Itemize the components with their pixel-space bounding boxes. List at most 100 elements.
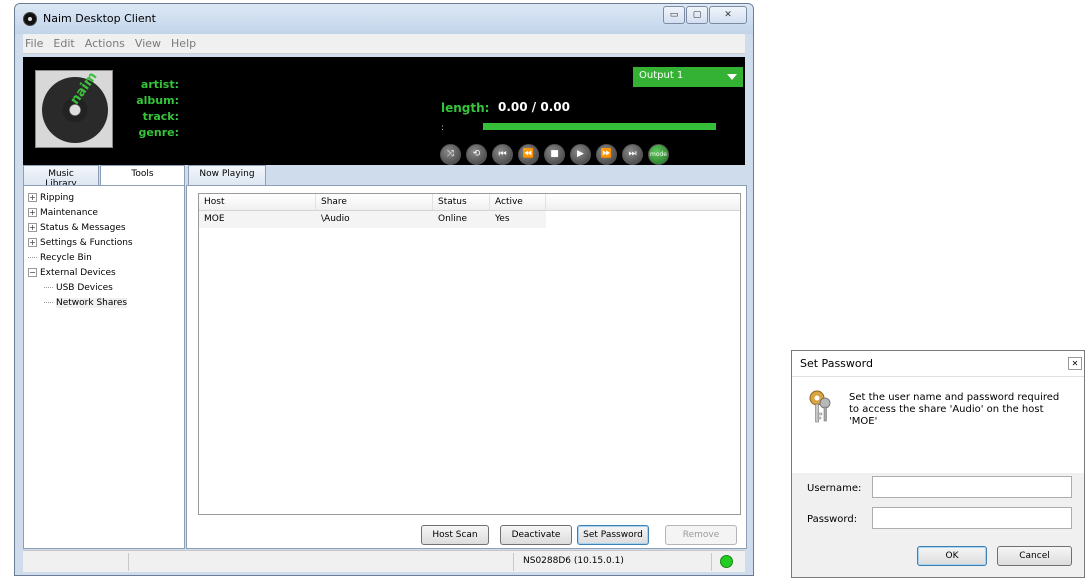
column-header-active[interactable]: Active: [490, 194, 546, 210]
menu-actions[interactable]: Actions: [85, 37, 125, 50]
expand-icon[interactable]: +: [28, 193, 37, 202]
tree-item-label: Maintenance: [40, 207, 98, 218]
column-header-status[interactable]: Status: [433, 194, 490, 210]
tree-connector: [44, 287, 53, 288]
rewind-icon[interactable]: ⏪: [518, 144, 539, 165]
ok-button[interactable]: OK: [917, 546, 987, 566]
transport-controls: ⤨ ⟲ ⏮ ⏪ ■ ▶ ⏩ ⏭ mode: [440, 144, 674, 165]
title-bar[interactable]: Naim Desktop Client ▭ ▢ ✕: [15, 4, 753, 34]
tree-item-usb-devices[interactable]: USB Devices: [44, 280, 180, 295]
expand-icon[interactable]: +: [28, 208, 37, 217]
menu-help[interactable]: Help: [171, 37, 196, 50]
album-art: naim: [35, 69, 113, 148]
menu-edit[interactable]: Edit: [53, 37, 74, 50]
password-field[interactable]: [872, 507, 1072, 529]
expand-icon[interactable]: +: [28, 223, 37, 232]
output-value: Output 1: [639, 70, 684, 81]
tree-item-label: USB Devices: [56, 282, 113, 293]
expand-icon[interactable]: +: [28, 238, 37, 247]
set-password-button[interactable]: Set Password: [577, 525, 649, 545]
album-label: album:: [136, 94, 179, 107]
tree-item-settings-functions[interactable]: + Settings & Functions: [28, 235, 180, 250]
stop-icon[interactable]: ■: [544, 144, 565, 165]
host-scan-button[interactable]: Host Scan: [421, 525, 489, 545]
progress-fill: [483, 123, 716, 130]
skip-end-icon[interactable]: ⏭: [622, 144, 643, 165]
tree-item-label: Status & Messages: [40, 222, 126, 233]
progress-bar[interactable]: [483, 123, 716, 130]
repeat-icon[interactable]: ⟲: [466, 144, 487, 165]
password-label: Password:: [807, 514, 858, 525]
tree-item-network-shares[interactable]: Network Shares: [44, 295, 180, 310]
status-separator: [128, 553, 129, 571]
shuffle-icon[interactable]: ⤨: [440, 144, 461, 165]
minimize-button[interactable]: ▭: [663, 6, 685, 24]
skip-start-icon[interactable]: ⏮: [492, 144, 513, 165]
app-icon: [23, 12, 37, 26]
tree-item-label: Network Shares: [56, 297, 128, 308]
main-window: Naim Desktop Client ▭ ▢ ✕ File Edit Acti…: [14, 3, 754, 576]
username-label: Username:: [807, 483, 862, 494]
connection-status-icon: [720, 555, 733, 568]
tree-item-label: Recycle Bin: [40, 252, 92, 263]
remove-button[interactable]: Remove: [665, 525, 737, 545]
maximize-button[interactable]: ▢: [686, 6, 708, 24]
deactivate-button[interactable]: Deactivate: [500, 525, 572, 545]
status-separator: [711, 553, 712, 571]
close-button[interactable]: ✕: [709, 6, 747, 24]
tab-strip: Music Library Tools Now Playing: [23, 165, 267, 189]
cell-host: MOE: [199, 211, 316, 228]
chevron-down-icon: [727, 74, 737, 80]
network-shares-panel: Host Share Status Active MOE \Audio Onli…: [186, 185, 747, 549]
artist-label: artist:: [140, 78, 179, 91]
keys-icon: [809, 390, 831, 423]
tab-tools[interactable]: Tools: [100, 165, 185, 186]
menu-file[interactable]: File: [25, 37, 43, 50]
tree-connector: [44, 302, 53, 303]
collapse-icon[interactable]: −: [28, 268, 37, 277]
tools-tree-pane: + Ripping + Maintenance + Status & Messa…: [23, 185, 185, 549]
shares-table: Host Share Status Active MOE \Audio Onli…: [198, 193, 741, 515]
output-dropdown[interactable]: Output 1: [633, 67, 743, 87]
fast-forward-icon[interactable]: ⏩: [596, 144, 617, 165]
status-separator: [513, 553, 514, 571]
username-field[interactable]: [872, 476, 1072, 498]
tree-item-ripping[interactable]: + Ripping: [28, 190, 180, 205]
status-bar: NS0288D6 (10.15.0.1): [23, 550, 745, 572]
column-header-share[interactable]: Share: [316, 194, 433, 210]
player-panel: naim artist: album: track: genre: length…: [23, 57, 745, 165]
menu-bar: File Edit Actions View Help: [23, 34, 745, 54]
cell-share: \Audio: [316, 211, 433, 228]
tab-now-playing[interactable]: Now Playing: [188, 165, 266, 185]
dialog-title-bar[interactable]: Set Password ✕: [792, 351, 1084, 377]
tab-music-library[interactable]: Music Library: [23, 165, 99, 189]
tools-tree: + Ripping + Maintenance + Status & Messa…: [28, 190, 180, 310]
mode-icon[interactable]: mode: [648, 144, 669, 165]
tree-item-label: Settings & Functions: [40, 237, 133, 248]
set-password-dialog: Set Password ✕ Set the user name and pas…: [791, 350, 1085, 578]
cancel-button[interactable]: Cancel: [997, 546, 1072, 566]
length-label: length:: [441, 101, 490, 115]
status-host: NS0288D6 (10.15.0.1): [523, 556, 624, 566]
dialog-title: Set Password: [800, 357, 873, 370]
genre-label: genre:: [138, 126, 179, 139]
cell-active: Yes: [490, 211, 546, 228]
track-label: track:: [142, 110, 179, 123]
tree-item-maintenance[interactable]: + Maintenance: [28, 205, 180, 220]
tree-item-status-messages[interactable]: + Status & Messages: [28, 220, 180, 235]
tree-item-label: External Devices: [40, 267, 116, 278]
position-marker: :: [441, 123, 445, 133]
table-row[interactable]: MOE \Audio Online Yes: [199, 211, 740, 228]
play-icon[interactable]: ▶: [570, 144, 591, 165]
dialog-message: Set the user name and password required …: [849, 392, 1060, 427]
tree-item-recycle-bin[interactable]: Recycle Bin: [28, 250, 180, 265]
tree-item-external-devices[interactable]: − External Devices: [28, 265, 180, 280]
cell-status: Online: [433, 211, 490, 228]
column-header-host[interactable]: Host: [199, 194, 316, 210]
dialog-close-button[interactable]: ✕: [1068, 357, 1082, 370]
tree-connector: [28, 257, 37, 258]
track-metadata: artist: album: track: genre:: [119, 78, 179, 142]
caption-buttons: ▭ ▢ ✕: [662, 6, 747, 24]
menu-view[interactable]: View: [135, 37, 161, 50]
tree-item-label: Ripping: [40, 192, 75, 203]
